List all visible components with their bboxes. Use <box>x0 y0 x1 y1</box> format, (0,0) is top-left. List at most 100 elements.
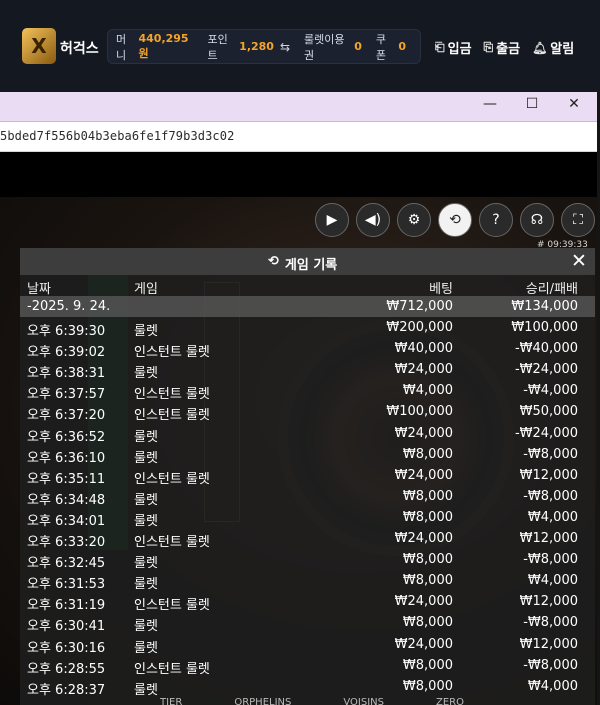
history-row[interactable]: 오후 6:33:20 인스턴트 룰렛 ₩24,000 ₩12,000 <box>20 528 595 550</box>
history-row[interactable]: 오후 6:37:57 인스턴트 룰렛 ₩4,000 -₩4,000 <box>20 380 595 403</box>
history-row[interactable]: 오후 6:36:10 룰렛 ₩8,000 -₩8,000 <box>20 444 595 466</box>
site-logo[interactable]: X <box>22 28 56 64</box>
history-row-game: 룰렛 <box>134 619 158 635</box>
history-row[interactable]: 오후 6:34:48 룰렛 ₩8,000 -₩8,000 <box>20 486 595 508</box>
history-row[interactable]: 오후 6:34:01 룰렛 ₩8,000 ₩4,000 <box>20 507 595 529</box>
history-header: ⟲ 게임 기록 ✕ <box>20 248 595 275</box>
history-row-game: 룰렛 <box>134 324 158 339</box>
history-row-game: 룰렛 <box>134 556 158 572</box>
money-label: 머니 <box>116 32 127 62</box>
balance-panel: 머니 440,295원 포인트 1,280 ⇆ 룰렛이용권 0 쿠폰 0 <box>107 29 421 64</box>
history-row-game: 룰렛 <box>134 492 158 508</box>
game-top-bar <box>0 152 597 197</box>
close-icon[interactable]: ✕ <box>569 250 589 272</box>
close-window-icon[interactable]: ✕ <box>566 96 582 112</box>
minimize-icon[interactable]: — <box>482 96 498 112</box>
coupon-value: 0 <box>398 40 407 53</box>
history-row[interactable]: 오후 6:36:52 룰렛 ₩24,000 -₩24,000 <box>20 423 595 445</box>
history-row[interactable]: 오후 6:28:55 인스턴트 룰렛 ₩8,000 -₩8,000 <box>20 655 595 677</box>
history-row-time: 오후 6:37:20 <box>27 408 106 424</box>
history-row-result: -₩8,000 <box>523 657 578 673</box>
history-row[interactable]: 오후 6:30:16 룰렛 ₩24,000 ₩12,000 <box>20 634 595 656</box>
history-row-bet: ₩24,000 <box>394 594 453 610</box>
history-row-result: ₩12,000 <box>519 467 578 483</box>
headset-icon[interactable]: ☊ <box>520 203 554 237</box>
history-row-bet: ₩24,000 <box>394 425 453 441</box>
history-row-time: 오후 6:30:41 <box>27 619 106 635</box>
settings-icon[interactable]: ⚙ <box>397 203 431 237</box>
history-row-bet: ₩8,000 <box>402 488 453 504</box>
history-row[interactable]: 오후 6:37:20 인스턴트 룰렛 ₩100,000 ₩50,000 <box>20 401 595 424</box>
history-row-bet: ₩8,000 <box>402 678 453 694</box>
history-row-bet: ₩8,000 <box>402 657 453 673</box>
tab-zero[interactable]: ZERO <box>436 697 464 705</box>
withdraw-label: 출금 <box>496 42 521 57</box>
bet-area-tabs: TIER ORPHELINS VOISINS ZERO <box>160 697 464 705</box>
history-row-game: 인스턴트 룰렛 <box>134 535 210 550</box>
coupon-label: 쿠폰 <box>375 32 386 62</box>
history-row-result: ₩100,000 <box>511 320 578 335</box>
history-row-game: 인스턴트 룰렛 <box>134 408 210 424</box>
history-row-time: 오후 6:34:01 <box>27 513 106 529</box>
history-row-game: 룰렛 <box>134 366 158 382</box>
history-row-result: -₩4,000 <box>523 383 578 399</box>
history-row[interactable]: 오후 6:28:37 룰렛 ₩8,000 ₩4,000 <box>20 676 595 698</box>
history-row[interactable]: 오후 6:31:53 룰렛 ₩8,000 ₩4,000 <box>20 570 595 593</box>
tab-tier[interactable]: TIER <box>160 697 182 705</box>
history-row[interactable]: 오후 6:35:11 인스턴트 룰렛 ₩24,000 ₩12,000 <box>20 465 595 487</box>
history-row-result: -₩40,000 <box>514 341 578 357</box>
history-row[interactable]: 오후 6:30:41 룰렛 ₩8,000 -₩8,000 <box>20 612 595 635</box>
history-row-game: 인스턴트 룰렛 <box>134 387 210 403</box>
history-row-game: 룰렛 <box>134 682 158 698</box>
history-row-bet: ₩8,000 <box>402 573 453 589</box>
summary-date: -2025. 9. 24. <box>27 299 111 314</box>
history-row-result: ₩12,000 <box>519 636 578 652</box>
history-row-result: ₩4,000 <box>527 509 578 525</box>
maximize-icon[interactable]: ☐ <box>524 96 540 112</box>
history-row-result: ₩4,000 <box>527 678 578 694</box>
history-title: ⟲ 게임 기록 <box>268 254 337 273</box>
withdraw-icon: ⎘ <box>483 40 494 54</box>
deposit-button[interactable]: ⎗ 입금 <box>435 38 472 57</box>
swap-icon[interactable]: ⇆ <box>280 40 290 54</box>
address-text: 5bded7f556b04b3eba6fe1f79b3d3c02 <box>0 129 235 143</box>
history-row-bet: ₩200,000 <box>386 320 453 335</box>
history-row-game: 룰렛 <box>134 577 158 593</box>
alarm-label: 알림 <box>550 42 575 57</box>
history-row-game: 인스턴트 룰렛 <box>134 661 210 677</box>
tab-voisins[interactable]: VOISINS <box>343 697 384 705</box>
money-value: 440,295원 <box>138 32 189 60</box>
history-row-bet: ₩24,000 <box>394 531 453 546</box>
history-column-headers: 날짜 게임 베팅 승리/패배 <box>20 275 595 297</box>
history-row-result: ₩4,000 <box>527 573 578 589</box>
roulette-ticket-label: 룰렛이용권 <box>304 32 345 62</box>
tab-orphelins[interactable]: ORPHELINS <box>234 697 291 705</box>
history-row-result: -₩8,000 <box>523 446 578 462</box>
fullscreen-icon[interactable]: ⛶ <box>561 203 595 237</box>
history-row[interactable]: 오후 6:31:19 인스턴트 룰렛 ₩24,000 ₩12,000 <box>20 591 595 613</box>
history-row[interactable]: 오후 6:39:02 인스턴트 룰렛 ₩40,000 -₩40,000 <box>20 338 595 360</box>
roulette-ticket-value: 0 <box>354 40 362 53</box>
bell-icon: 🔔︎ <box>532 40 548 55</box>
video-icon[interactable]: ▶ <box>315 203 349 237</box>
window-titlebar <box>0 92 600 122</box>
history-icon: ⟲ <box>268 254 279 269</box>
game-history-panel: ⟲ 게임 기록 ✕ 날짜 게임 베팅 승리/패배 -2025. 9. 24. ₩… <box>20 248 595 705</box>
site-name[interactable]: 허걱스 <box>60 38 99 58</box>
history-row-result: -₩8,000 <box>523 552 578 568</box>
history-row[interactable]: 오후 6:38:31 룰렛 ₩24,000 -₩24,000 <box>20 359 595 382</box>
address-bar[interactable]: 5bded7f556b04b3eba6fe1f79b3d3c02 <box>0 122 597 152</box>
history-date-summary[interactable]: -2025. 9. 24. ₩712,000 ₩134,000 <box>20 296 595 317</box>
alarm-button[interactable]: 🔔︎ 알림 <box>532 38 575 58</box>
volume-icon[interactable]: ◀) <box>356 203 390 237</box>
history-title-text: 게임 기록 <box>284 258 338 273</box>
help-icon[interactable]: ? <box>479 203 513 237</box>
history-row-time: 오후 6:34:48 <box>27 492 106 508</box>
history-icon[interactable]: ⟲ <box>438 203 472 237</box>
history-row[interactable]: 오후 6:32:45 룰렛 ₩8,000 -₩8,000 <box>20 549 595 572</box>
history-row-result: -₩8,000 <box>523 488 578 504</box>
withdraw-button[interactable]: ⎘ 출금 <box>484 38 521 57</box>
column-result: 승리/패배 <box>525 282 578 297</box>
history-row-result: ₩50,000 <box>519 404 578 420</box>
history-row[interactable]: 오후 6:39:30 룰렛 ₩200,000 ₩100,000 <box>20 317 595 339</box>
